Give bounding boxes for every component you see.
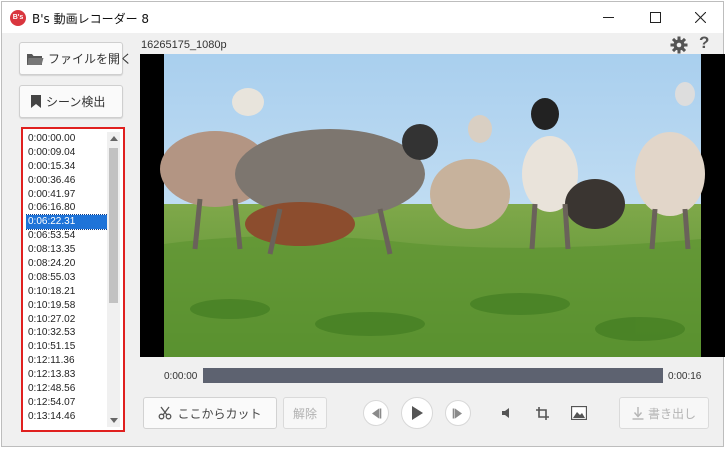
minimize-button[interactable] <box>585 2 631 33</box>
scroll-down-icon[interactable] <box>107 414 120 427</box>
scene-item[interactable]: 0:00:00.00 <box>26 132 108 146</box>
close-icon <box>694 12 706 23</box>
scene-item[interactable]: 0:10:18.21 <box>26 285 108 299</box>
crop-icon[interactable] <box>531 402 553 424</box>
scene-item[interactable]: 0:06:16.80 <box>26 201 108 215</box>
next-frame-button[interactable] <box>445 400 471 426</box>
scene-detect-label: シーン検出 <box>46 95 106 109</box>
video-frame-image <box>140 54 725 357</box>
open-file-button[interactable]: ファイルを開く <box>19 42 132 75</box>
scene-detect-button[interactable]: シーン検出 <box>19 85 123 118</box>
scene-item[interactable]: 0:12:13.83 <box>26 368 108 382</box>
volume-icon[interactable] <box>496 402 518 424</box>
export-label: 書き出し <box>647 406 696 421</box>
scene-item-selected[interactable]: 0:06:22.31 <box>26 214 108 231</box>
time-end: 0:00:16 <box>668 371 702 382</box>
folder-icon <box>27 53 44 65</box>
scene-item[interactable]: 0:00:36.46 <box>26 174 108 188</box>
download-icon <box>632 406 644 420</box>
scene-item[interactable]: 0:00:15.34 <box>26 160 108 174</box>
cut-from-here-button[interactable]: ここからカット <box>143 397 277 429</box>
app-logo-icon: B's <box>10 10 26 26</box>
scene-item[interactable]: 0:10:51.15 <box>26 340 108 354</box>
play-icon <box>412 406 423 420</box>
scene-item[interactable]: 0:12:54.07 <box>26 396 108 410</box>
gear-icon[interactable] <box>670 36 688 54</box>
title-bar: B's B's 動画レコーダー 8 <box>2 2 723 33</box>
video-preview <box>140 54 725 357</box>
scene-list-scrollbar[interactable] <box>107 132 120 427</box>
open-file-label: ファイルを開く <box>48 52 133 66</box>
scene-item[interactable]: 0:13:14.46 <box>26 410 108 424</box>
previous-frame-button[interactable] <box>363 400 389 426</box>
scene-item[interactable]: 0:00:09.04 <box>26 146 108 160</box>
minimize-icon <box>602 17 614 18</box>
close-button[interactable] <box>677 2 723 33</box>
scene-item[interactable]: 0:08:55.03 <box>26 271 108 285</box>
scene-item[interactable]: 0:00:41.97 <box>26 188 108 202</box>
scene-item[interactable]: 0:08:13.35 <box>26 243 108 257</box>
image-icon[interactable] <box>568 402 590 424</box>
play-button[interactable] <box>401 397 433 429</box>
export-button[interactable]: 書き出し <box>619 397 709 429</box>
time-start: 0:00:00 <box>164 371 198 382</box>
scroll-up-icon[interactable] <box>107 132 120 145</box>
help-icon[interactable]: ? <box>699 33 709 53</box>
skip-back-icon <box>372 408 382 418</box>
release-button[interactable]: 解除 <box>283 397 327 429</box>
scene-item[interactable]: 0:10:19.58 <box>26 299 108 313</box>
scrollbar-thumb[interactable] <box>109 148 118 303</box>
bookmark-icon <box>31 95 41 108</box>
window-title: B's 動画レコーダー 8 <box>32 12 150 26</box>
app-window: B's B's 動画レコーダー 8 ファイルを開く シーン検出 0:00:00.… <box>1 1 725 447</box>
scene-item[interactable]: 0:10:32.53 <box>26 326 108 340</box>
cut-label: ここからカット <box>177 406 262 421</box>
file-name: 16265175_1080p <box>141 39 227 51</box>
scene-item[interactable]: 0:06:53.54 <box>26 229 108 243</box>
scene-item[interactable]: 0:10:27.02 <box>26 313 108 327</box>
scene-item[interactable]: 0:12:11.36 <box>26 354 108 368</box>
scissors-icon <box>159 406 172 420</box>
maximize-button[interactable] <box>632 2 678 33</box>
scene-item[interactable]: 0:08:24.20 <box>26 257 108 271</box>
scene-list[interactable]: 0:00:00.00 0:00:09.04 0:00:15.34 0:00:36.46… <box>26 132 108 427</box>
release-label: 解除 <box>292 406 317 421</box>
maximize-icon <box>649 12 661 23</box>
skip-forward-icon <box>452 408 462 418</box>
seek-bar[interactable] <box>203 368 663 383</box>
scene-item[interactable]: 0:12:48.56 <box>26 382 108 396</box>
scene-list-highlight: 0:00:00.00 0:00:09.04 0:00:15.34 0:00:36.46… <box>21 127 125 432</box>
